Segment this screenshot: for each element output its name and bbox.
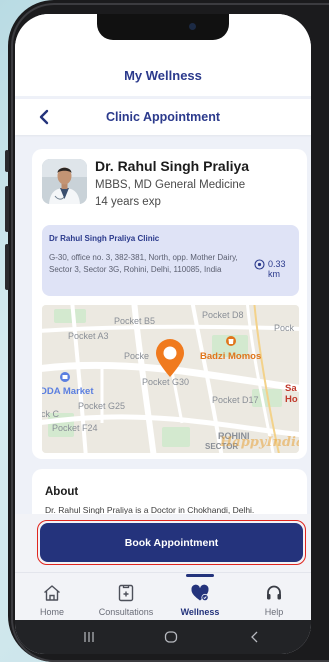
tab-wellness[interactable]: Wellness [163,573,237,621]
clinic-info[interactable]: Dr Rahul Singh Praliya Clinic G-30, offi… [42,225,299,296]
system-nav-bar [15,620,311,654]
app-title: My Wellness [124,68,202,83]
map-label-pocket-f24: Pocket F24 [52,423,98,433]
map-label-pocket-a3: Pocket A3 [68,331,109,341]
map-watermark: HappyIndia [219,435,299,450]
tab-consultations-label: Consultations [98,607,154,617]
phone-screen: My Wellness Clinic Appointment Dr. Rahul… [15,14,311,654]
market-icon-glyph [62,375,68,379]
tab-consultations[interactable]: Consultations [89,573,163,621]
about-title: About [45,486,79,498]
doctor-qualification: MBBS, MD General Medicine [95,179,246,191]
volume-up-button [5,186,9,232]
map-label-sa: Sa [285,383,297,394]
active-tab-indicator [186,574,214,577]
tab-help-label: Help [264,607,284,617]
front-camera [189,23,196,30]
map-canvas: Pocket B5 Pocket D8 Pocket A3 Pock Pocke… [42,305,299,453]
map-label-pocket-d8: Pocket D8 [202,310,244,320]
map-label-pock: Pock [274,323,295,333]
headset-icon [267,585,281,600]
mute-switch [5,150,9,172]
clinic-distance: 0.33 km [268,259,286,279]
tab-home[interactable]: Home [15,573,89,621]
notch [97,14,229,40]
map-label-pocket-d17: Pocket D17 [212,395,259,405]
location-pin-icon [254,259,265,270]
doctor-name: Dr. Rahul Singh Praliya [95,158,250,174]
clinic-address: G-30, office no. 3, 382-381, North, opp.… [49,253,238,274]
map-label-pocke: Pocke [124,351,149,361]
doctor-experience: 14 years exp [95,196,161,208]
consultations-icon [118,584,134,602]
tab-home-label: Home [39,607,64,617]
map-label-pocket-c: ck C [42,409,60,419]
doctor-card: Dr. Rahul Singh Praliya MBBS, MD General… [32,149,307,459]
doctor-photo-icon [42,159,87,204]
map-label-pocket-b5: Pocket B5 [114,316,155,326]
map-label-pocket-g30: Pocket G30 [142,377,189,387]
doctor-avatar [42,159,87,204]
map-label-ho: Ho [285,394,298,405]
bottom-tab-bar: Home Consultations Wellness Help [15,572,311,620]
restaurant-icon-glyph [228,339,234,344]
tab-wellness-label: Wellness [180,607,220,617]
tab-help[interactable]: Help [237,573,311,621]
book-appointment-button[interactable]: Book Appointment [40,523,303,562]
map-label-pocket-g25: Pocket G25 [78,401,125,411]
volume-down-button [5,244,9,290]
home-icon [44,585,60,601]
map-label-badzi-momos: Badzi Momos [200,351,261,362]
clinic-map[interactable]: Pocket B5 Pocket D8 Pocket A3 Pock Pocke… [42,305,299,453]
map-label-dda-market: DDA Market [42,386,94,397]
recent-apps-icon[interactable] [81,629,97,645]
page-header: Clinic Appointment [15,99,311,135]
home-button-icon[interactable] [163,629,179,645]
page-title: Clinic Appointment [105,110,221,124]
clinic-name: Dr Rahul Singh Praliya Clinic [49,234,160,243]
back-button-icon[interactable] [247,629,263,645]
wellness-heart-icon [191,584,209,602]
